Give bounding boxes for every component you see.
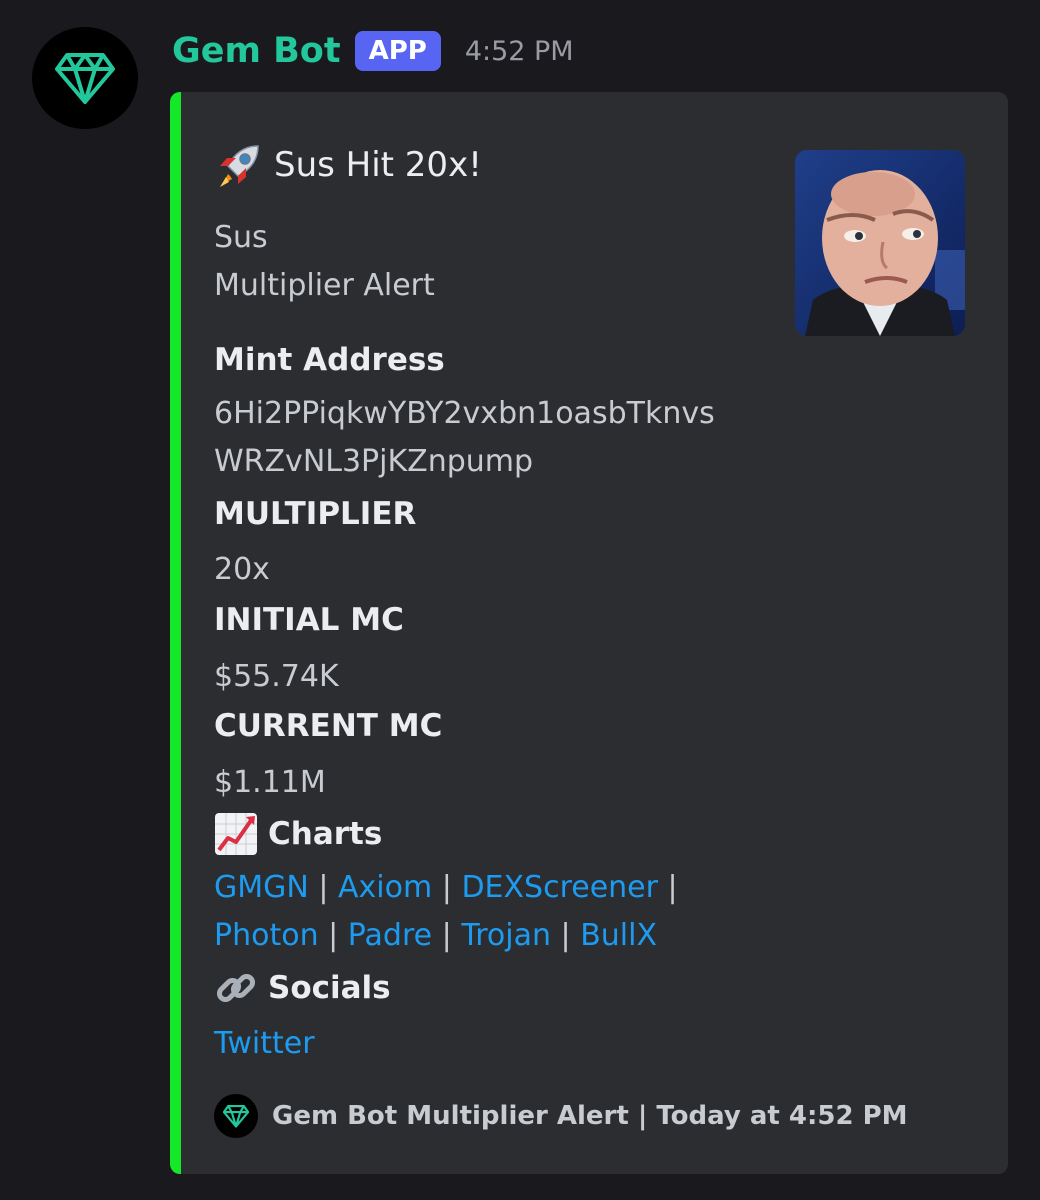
rocket-icon [220, 145, 259, 187]
embed-accent-bar [170, 92, 181, 1174]
field-name-current-mc: CURRENT MC [214, 708, 443, 744]
embed-footer: Gem Bot Multiplier Alert | Today at 4:52… [214, 1094, 908, 1138]
embed-title-text: Sus Hit 20x! [274, 145, 482, 185]
bot-avatar[interactable] [32, 27, 138, 129]
link-separator: | [328, 918, 339, 953]
bot-username[interactable]: Gem Bot [172, 31, 341, 71]
field-name-initial-mc: INITIAL MC [214, 602, 404, 638]
link-separator: | [441, 870, 452, 905]
socials-heading: Socials [214, 966, 391, 1010]
gem-icon [223, 1104, 249, 1128]
charts-links-row-1: GMGN | Axiom | DEXScreener | [214, 870, 678, 905]
footer-avatar [214, 1094, 258, 1138]
footer-text: Gem Bot Multiplier Alert | Today at 4:52… [272, 1101, 908, 1131]
field-value-mint-address-line-1: 6Hi2PPiqkwYBY2vxbn1oasbTknvs [214, 396, 715, 431]
link-gmgn[interactable]: GMGN [214, 870, 309, 905]
message-header: Gem Bot APP 4:52 PM [172, 26, 574, 76]
field-name-mint-address: Mint Address [214, 342, 445, 378]
socials-links-row: Twitter [214, 1026, 315, 1061]
link-icon [216, 973, 256, 1003]
charts-label: Charts [268, 816, 383, 852]
embed-title: Sus Hit 20x! [214, 140, 482, 190]
token-thumbnail-image[interactable] [795, 150, 965, 336]
link-dexscreener[interactable]: DEXScreener [461, 870, 658, 905]
link-twitter[interactable]: Twitter [214, 1026, 315, 1061]
field-value-mint-address-line-2: WRZvNL3PjKZnpump [214, 444, 534, 479]
link-axiom[interactable]: Axiom [338, 870, 432, 905]
gem-icon [55, 53, 115, 104]
link-separator: | [560, 918, 571, 953]
field-value-initial-mc: $55.74K [214, 659, 339, 694]
chart-increasing-icon [215, 813, 257, 855]
socials-label: Socials [268, 970, 391, 1006]
link-separator: | [441, 918, 452, 953]
link-padre[interactable]: Padre [348, 918, 432, 953]
link-photon[interactable]: Photon [214, 918, 319, 953]
charts-links-row-2: Photon | Padre | Trojan | BullX [214, 918, 657, 953]
link-separator: | [667, 870, 678, 905]
embed-description-line-2: Multiplier Alert [214, 268, 435, 303]
charts-heading: Charts [214, 812, 382, 856]
field-value-multiplier: 20x [214, 552, 270, 587]
link-trojan[interactable]: Trojan [461, 918, 551, 953]
message-timestamp[interactable]: 4:52 PM [465, 36, 574, 67]
app-badge: APP [354, 31, 441, 71]
field-name-multiplier: MULTIPLIER [214, 496, 417, 532]
field-value-current-mc: $1.11M [214, 765, 326, 800]
link-separator: | [318, 870, 329, 905]
alert-embed: Sus Hit 20x! Sus Multiplier Alert Mint A… [170, 92, 1008, 1174]
embed-description-line-1: Sus [214, 220, 268, 255]
link-bullx[interactable]: BullX [580, 918, 657, 953]
